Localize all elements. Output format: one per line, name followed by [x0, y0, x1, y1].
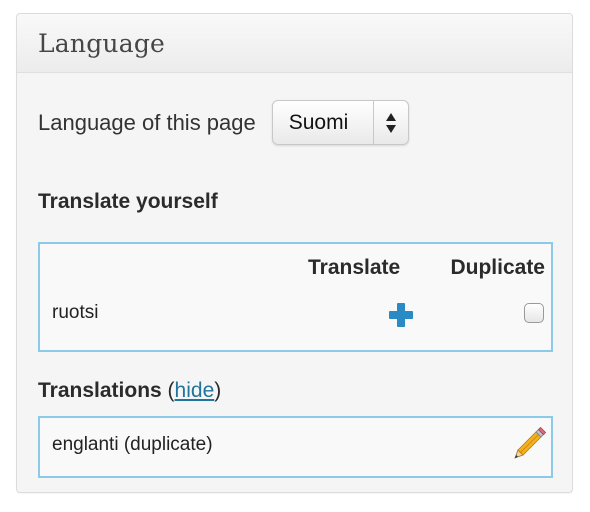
language-panel: Language Language of this page Suomi Tra…: [16, 13, 573, 493]
panel-header: Language: [17, 14, 572, 73]
language-label: Language of this page: [38, 109, 256, 135]
language-select[interactable]: Suomi: [271, 100, 409, 145]
panel-title: Language: [38, 28, 166, 58]
pencil-icon[interactable]: [511, 426, 547, 462]
duplicate-column-header: Duplicate: [450, 256, 545, 279]
language-select-value: Suomi: [288, 110, 349, 134]
open-paren: (: [167, 379, 175, 402]
plus-icon[interactable]: [388, 302, 414, 328]
row-language-label: ruotsi: [52, 302, 99, 323]
hide-link[interactable]: hide: [175, 379, 215, 402]
translate-column-header: Translate: [308, 256, 401, 279]
close-paren: ): [214, 379, 222, 402]
translate-yourself-box: Translate Duplicate ruotsi: [38, 242, 553, 352]
translations-heading: Translations (hide): [38, 379, 221, 403]
translate-yourself-heading: Translate yourself: [38, 190, 218, 213]
translations-box: englanti (duplicate): [38, 416, 553, 478]
chevron-up-down-icon: [372, 101, 408, 144]
translation-item-label: englanti (duplicate): [52, 434, 213, 455]
duplicate-checkbox[interactable]: [524, 303, 544, 323]
language-row: Language of this page Suomi: [38, 100, 409, 145]
translations-heading-label: Translations: [38, 379, 162, 402]
